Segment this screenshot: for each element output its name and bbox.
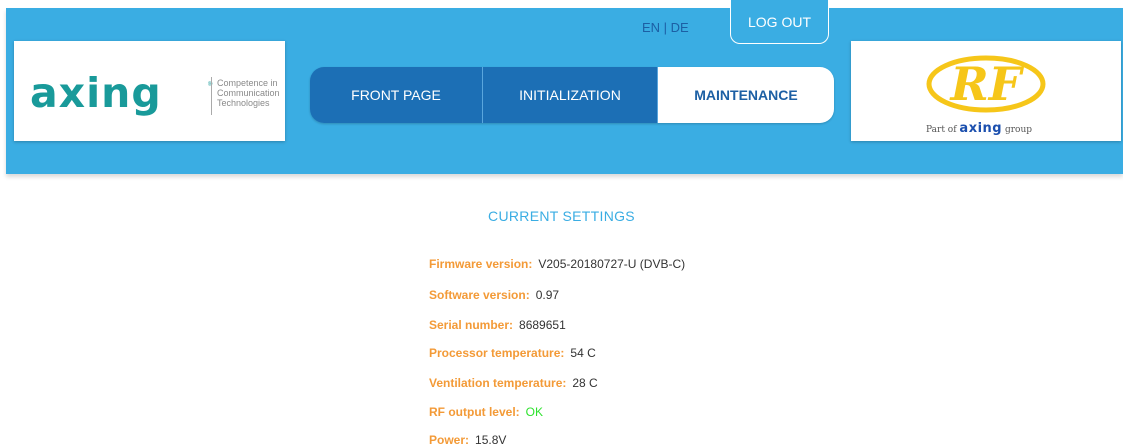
tagline-line-2: Communication [217, 88, 280, 98]
serial-number-label: Serial number: [429, 318, 514, 332]
rf-logo[interactable]: RF Part of axing group [851, 41, 1121, 141]
power-value: 15.8V [475, 433, 507, 447]
tab-initialization[interactable]: INITIALIZATION [483, 67, 658, 123]
lang-de-link[interactable]: DE [671, 20, 689, 35]
ventilation-temperature-value: 28 C [572, 376, 598, 390]
software-version-label: Software version: [429, 288, 530, 302]
ventilation-temperature-row: Ventilation temperature: 28 C [429, 376, 598, 390]
lang-separator: | [660, 20, 671, 35]
processor-temperature-label: Processor temperature: [429, 346, 565, 360]
serial-number-row: Serial number: 8689651 [429, 318, 566, 332]
firmware-version-row: Firmware version: V205-20180727-U (DVB-C) [429, 257, 685, 271]
logo-divider [211, 77, 212, 115]
rf-output-level-value: OK [525, 405, 544, 419]
firmware-version-label: Firmware version: [429, 257, 533, 271]
rf-output-level-row: RF output level: OK [429, 405, 543, 419]
main-nav: FRONT PAGE INITIALIZATION MAINTENANCE [310, 67, 834, 123]
axing-logo[interactable]: axing ® Competence in Communication Tech… [14, 41, 285, 141]
software-version-value: 0.97 [535, 288, 560, 302]
rf-output-level-label: RF output level: [429, 405, 520, 419]
logo-tagline: Competence in Communication Technologies [217, 78, 287, 108]
rf-mark-icon: RF [926, 55, 1046, 113]
logout-button[interactable]: LOG OUT [730, 0, 829, 44]
software-version-row: Software version: 0.97 [429, 288, 559, 302]
processor-temperature-row: Processor temperature: 54 C [429, 346, 596, 360]
ventilation-temperature-label: Ventilation temperature: [429, 376, 567, 390]
power-label: Power: [429, 433, 470, 447]
tagline-line-3: Technologies [217, 98, 270, 108]
part-of-group: group [1004, 125, 1033, 135]
serial-number-value: 8689651 [519, 318, 566, 332]
tagline-line-1: Competence in [217, 78, 278, 88]
rf-mark-text: RF [949, 57, 1025, 111]
part-of-label: Part of [926, 125, 957, 135]
processor-temperature-value: 54 C [570, 346, 596, 360]
language-switcher: EN | DE [642, 20, 689, 36]
tab-front-page[interactable]: FRONT PAGE [310, 67, 483, 123]
current-settings-title: CURRENT SETTINGS [488, 208, 635, 224]
tab-maintenance[interactable]: MAINTENANCE [658, 67, 834, 123]
power-row: Power: 15.8V [429, 433, 506, 447]
axing-wordmark: axing [30, 69, 162, 117]
firmware-version-value: V205-20180727-U (DVB-C) [538, 257, 686, 271]
part-of-brand: axing [959, 121, 1003, 136]
lang-en-link[interactable]: EN [642, 20, 660, 35]
part-of-axing-group: Part of axing group [926, 121, 1032, 136]
